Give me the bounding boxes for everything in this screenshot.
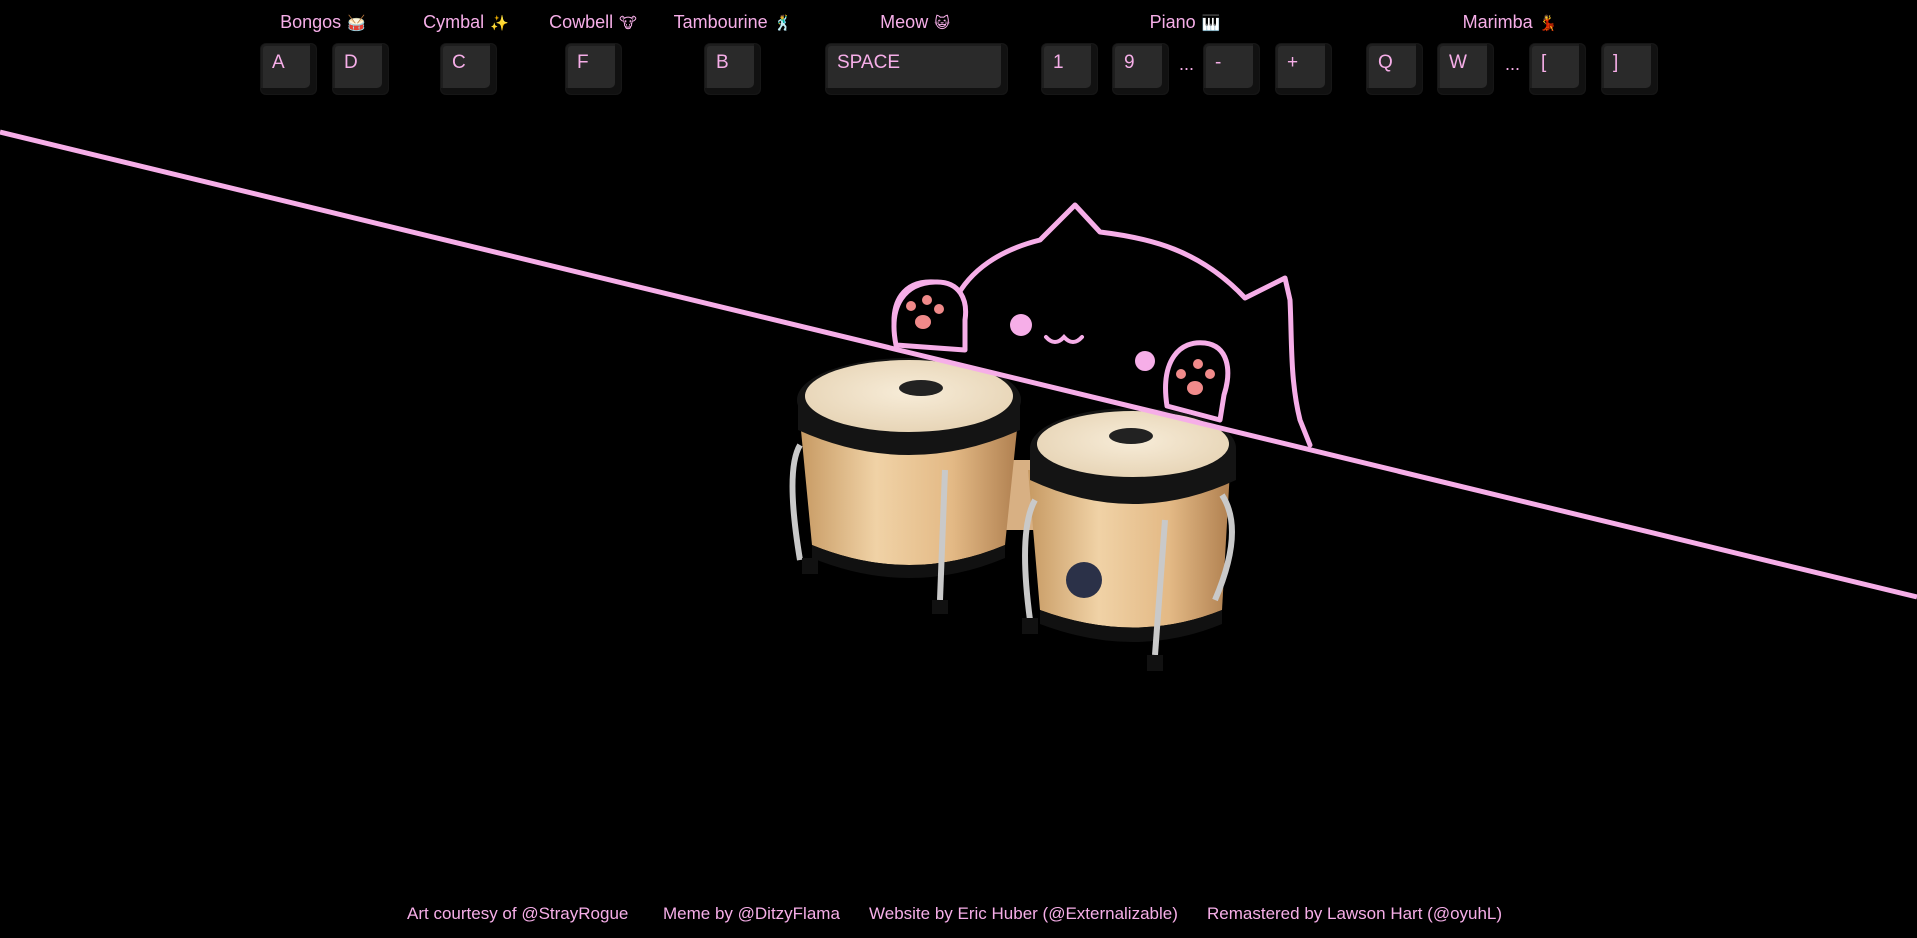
cat-face	[1010, 314, 1155, 371]
footer-credits: Art courtesy of @StrayRogue Meme by @Dit…	[0, 904, 1917, 926]
credit-website[interactable]: Website by Eric Huber (@Externalizable)	[869, 904, 1178, 924]
credit-meme[interactable]: Meme by @DitzyFlama	[663, 904, 840, 924]
cat-left-paw	[891, 279, 969, 353]
credit-remaster[interactable]: Remastered by Lawson Hart (@oyuhL)	[1207, 904, 1502, 924]
credit-art[interactable]: Art courtesy of @StrayRogue	[407, 904, 628, 924]
cat-right-paw	[1163, 340, 1231, 423]
bongo-cat-scene	[789, 202, 1313, 671]
